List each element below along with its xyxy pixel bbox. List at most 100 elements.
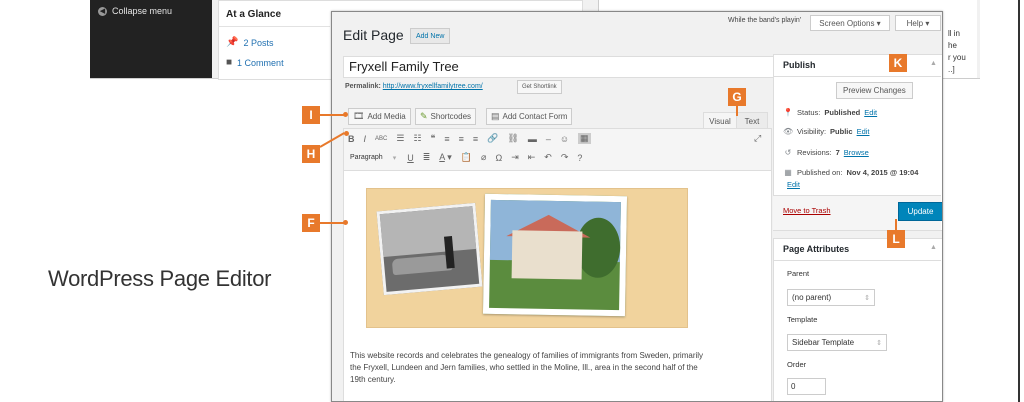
select-arrows-icon: ⇕ [864,294,870,302]
visibility-value: Public [830,127,853,136]
order-input[interactable]: 0 [787,378,826,395]
edit-page-window: While the band's playin' Screen Options … [331,11,943,402]
template-select-value: Sidebar Template [792,338,855,347]
select-arrows-icon: ⇕ [876,339,882,347]
bold-icon[interactable]: B [348,134,355,144]
edit-visibility-link[interactable]: Edit [857,127,870,136]
format-select[interactable]: Paragraph ▾ [348,152,398,163]
published-on-value: Nov 4, 2015 @ 19:04 [846,168,919,177]
collapse-arrow-icon[interactable]: ▲ [930,60,937,67]
underline-icon[interactable]: U [407,153,414,163]
now-playing-text: While the band's playin' [728,17,802,24]
comment-icon: ■ [226,57,233,68]
callout-f-dot [343,220,348,225]
undo-icon[interactable]: ↶ [544,152,552,163]
help-icon[interactable]: ? [577,153,582,163]
publish-title: Publish [783,60,816,70]
collapse-menu-label: Collapse menu [112,6,173,16]
link-icon[interactable]: 🔗 [487,133,498,144]
media-icon: 🎞 [353,111,365,121]
text-color-icon[interactable]: A ▾ [439,152,452,163]
callout-f-line [320,222,344,224]
published-on-row: ▦ Published on: Nov 4, 2015 @ 19:04 [783,168,918,177]
callout-f: F [302,214,320,232]
tab-text[interactable]: Text [736,112,768,129]
add-new-button[interactable]: Add New [410,28,451,44]
parent-select[interactable]: (no parent) ⇕ [787,289,875,306]
comments-link-label: 1 Comment [237,57,284,68]
preview-changes-button[interactable]: Preview Changes [836,82,913,99]
numbered-list-icon[interactable]: ☷ [413,133,421,144]
horizontal-line-icon[interactable]: – [546,134,551,144]
black-white-photo [376,202,483,296]
justify-icon[interactable]: ≣ [423,152,431,163]
edit-date-row: Edit [787,180,800,189]
callout-i-line [320,114,344,116]
eye-icon: 👁 [783,127,794,136]
order-label: Order [787,360,807,369]
strikethrough-icon[interactable]: ABC [375,136,387,142]
screen-options-button[interactable]: Screen Options ▾ [810,15,890,31]
unlink-icon[interactable]: ⛓ [507,133,518,144]
toolbar-toggle-icon[interactable]: ▦ [578,133,591,144]
format-select-value: Paragraph [350,154,383,161]
house-photo [482,193,628,317]
shortcodes-button[interactable]: ✎ Shortcodes [415,108,477,125]
collapse-icon: ◀ [98,6,107,16]
outdent-icon[interactable]: ⇤ [528,152,536,163]
align-right-icon[interactable]: ≡ [473,134,478,144]
clear-formatting-icon[interactable]: ⌀ [481,152,486,163]
divider [218,26,330,27]
align-left-icon[interactable]: ≡ [444,134,449,144]
toolbar-row-1: B I ABC ☰ ☷ ❝ ≡ ≡ ≡ 🔗 ⛓ ▬ – ☺ ▦ [348,133,591,144]
move-to-trash-link[interactable]: Move to Trash [783,206,831,215]
snippet-line: he [948,41,957,50]
permalink-link[interactable]: http://www.fryxellfamilytree.com/ [383,83,483,90]
comments-link[interactable]: ■ 1 Comment [226,57,284,68]
posts-link[interactable]: 📌 2 Posts [226,37,273,48]
get-shortlink-button[interactable]: Get Shortlink [517,80,562,94]
callout-i: I [302,106,320,124]
page-body-text[interactable]: This website records and celebrates the … [350,350,710,386]
add-contact-form-label: Add Contact Form [502,112,568,121]
status-row: 📍 Status: Published Edit [783,108,877,117]
revisions-label: Revisions: [797,148,832,157]
callout-k: K [889,54,907,72]
page-divider [1018,0,1020,402]
toolbar-row-2: Paragraph ▾ U ≣ A ▾ 📋 ⌀ Ω ⇥ ⇤ ↶ ↷ ? [348,152,582,163]
tab-visual[interactable]: Visual [703,112,737,129]
read-more-icon[interactable]: ▬ [528,134,537,144]
fullscreen-icon[interactable]: ⤢ [754,133,761,144]
template-select[interactable]: Sidebar Template ⇕ [787,334,887,351]
template-label: Template [787,315,818,324]
visibility-label: Visibility: [797,127,827,136]
widget-text-snippet: ll in he r you ..] [948,28,966,76]
edit-status-link[interactable]: Edit [864,108,877,117]
visibility-row: 👁 Visibility: Public Edit [783,127,870,136]
indent-icon[interactable]: ⇥ [511,152,519,163]
redo-icon[interactable]: ↷ [561,152,569,163]
callout-i-dot [343,112,348,117]
add-media-button[interactable]: 🎞 Add Media [348,108,411,125]
callout-h-dot [344,131,349,136]
shortcodes-label: Shortcodes [430,112,472,121]
bullet-list-icon[interactable]: ☰ [396,133,404,144]
update-button[interactable]: Update [898,202,942,221]
post-title-input[interactable]: Fryxell Family Tree [343,56,774,78]
emoji-icon[interactable]: ☺ [560,134,569,144]
history-icon: ↺ [784,148,792,157]
add-contact-form-button[interactable]: ▤ Add Contact Form [486,108,573,125]
parent-label: Parent [787,269,810,278]
calendar-icon: ▦ [784,168,792,177]
collapse-arrow-icon[interactable]: ▲ [930,244,937,251]
paste-text-icon[interactable]: 📋 [461,152,472,163]
italic-icon[interactable]: I [364,134,367,144]
help-button[interactable]: Help ▾ [895,15,941,31]
browse-revisions-link[interactable]: Browse [844,148,869,157]
status-value: Published [824,108,861,117]
align-center-icon[interactable]: ≡ [459,134,464,144]
edit-date-link[interactable]: Edit [787,180,800,189]
collapse-menu-button[interactable]: ◀ Collapse menu [98,6,172,16]
blockquote-icon[interactable]: ❝ [431,133,436,144]
special-character-icon[interactable]: Ω [495,153,502,163]
